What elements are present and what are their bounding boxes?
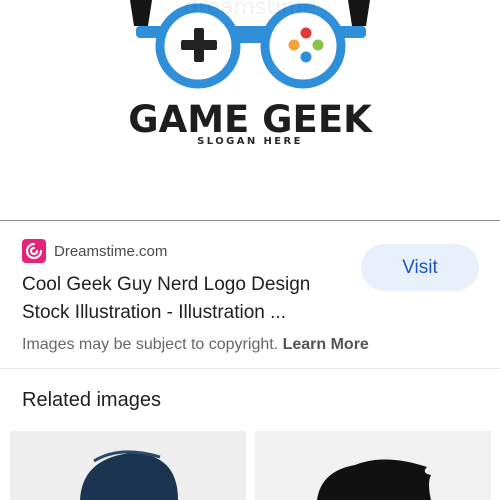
- related-image-thumbnail-1[interactable]: [10, 431, 246, 500]
- copyright-notice: Images may be subject to copyright. Lear…: [22, 336, 369, 354]
- related-images-heading: Related images: [22, 389, 161, 411]
- copyright-text: Images may be subject to copyright.: [22, 336, 279, 353]
- learn-more-link[interactable]: Learn More: [283, 336, 369, 353]
- image-preview[interactable]: dreamstime GAME GEEK SLOGAN HERE: [0, 0, 500, 220]
- divider: [0, 368, 500, 369]
- source-row[interactable]: Dreamstime.com: [22, 239, 167, 263]
- source-name: Dreamstime.com: [54, 242, 168, 260]
- hair-right-shape: [348, 0, 370, 26]
- logo-slogan: SLOGAN HERE: [197, 136, 303, 147]
- glasses-bridge: [234, 34, 267, 43]
- result-title-link[interactable]: Cool Geek Guy Nerd Logo Design Stock Ill…: [22, 271, 352, 327]
- logo-title: GAME GEEK: [128, 98, 372, 141]
- watermark-text: dreamstime: [184, 0, 316, 20]
- divider: [0, 220, 500, 221]
- related-image-thumbnail-2[interactable]: [255, 431, 491, 500]
- hair-left-shape: [130, 0, 152, 26]
- visit-button[interactable]: Visit: [361, 244, 479, 291]
- dreamstime-logo-icon: [22, 239, 46, 263]
